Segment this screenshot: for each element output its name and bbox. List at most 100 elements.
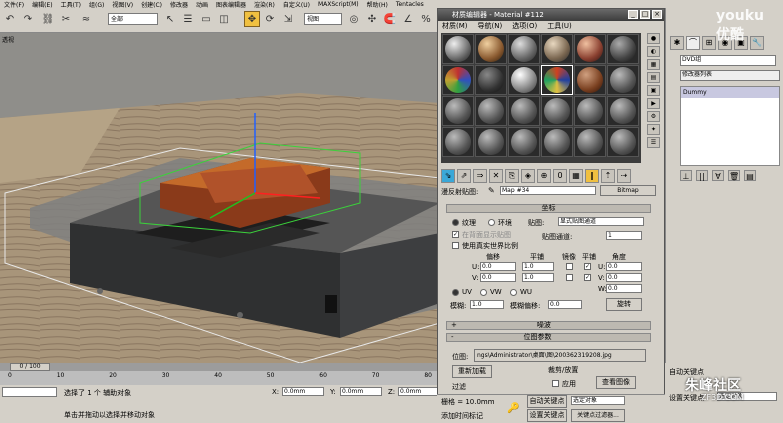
set-key-button[interactable]: 设置关键点	[527, 409, 567, 422]
show-map-icon[interactable]: ▦	[569, 169, 583, 183]
show-end-result-icon[interactable]: ‖	[585, 169, 599, 183]
select-move-icon[interactable]: ✥	[244, 11, 260, 27]
select-manipulate-icon[interactable]: ✣	[364, 11, 380, 27]
z-coord-field[interactable]: 0.0mm	[398, 387, 438, 396]
viewport-label[interactable]: 透视	[2, 35, 14, 44]
object-name-field[interactable]: DVD组	[680, 55, 776, 66]
v-tiling-field[interactable]: 1.0	[522, 273, 554, 282]
mapping-dropdown[interactable]: 显式贴图通道	[558, 217, 644, 226]
sample-slot[interactable]	[475, 127, 507, 157]
menu-modifiers[interactable]: 修改器	[170, 0, 188, 9]
menu-maxscript[interactable]: MAXScript(M)	[318, 1, 359, 8]
menu-tentacles[interactable]: Tentacles	[396, 1, 424, 8]
pin-stack-icon[interactable]: ⊥	[680, 170, 692, 181]
x-coord-field[interactable]: 0.0mm	[282, 387, 324, 396]
key-mode-dropdown[interactable]: 选定对象	[571, 396, 625, 405]
video-color-check-icon[interactable]: ▣	[647, 85, 660, 96]
perspective-viewport[interactable]: 透视	[0, 33, 440, 363]
make-copy-icon[interactable]: ⎘	[505, 169, 519, 183]
make-unique-icon[interactable]: ∀	[712, 170, 724, 181]
get-material-icon[interactable]: ⇘	[441, 169, 455, 183]
percent-snap-icon[interactable]: %	[418, 11, 434, 27]
remove-modifier-icon[interactable]: 🗑	[728, 170, 740, 181]
reference-coord-dropdown[interactable]: 视图	[304, 13, 342, 25]
menu-help[interactable]: 帮助(H)	[367, 0, 388, 9]
real-world-checkbox[interactable]	[452, 242, 459, 249]
y-coord-field[interactable]: 0.0mm	[340, 387, 382, 396]
menu-create[interactable]: 创建(C)	[141, 0, 162, 9]
map-channel-field[interactable]: 1	[606, 231, 642, 240]
put-to-scene-icon[interactable]: ⇗	[457, 169, 471, 183]
modifier-list-dropdown[interactable]: 修改器列表	[680, 70, 780, 81]
v-tile-checkbox[interactable]: ✓	[584, 274, 591, 281]
angle-snap-icon[interactable]: ∠	[400, 11, 416, 27]
select-by-name-icon[interactable]: ☰	[180, 11, 196, 27]
background-icon[interactable]: ▦	[647, 59, 660, 70]
u-tiling-field[interactable]: 1.0	[522, 262, 554, 271]
make-unique-icon[interactable]: ◈	[521, 169, 535, 183]
sample-slot[interactable]	[442, 96, 474, 126]
selection-filter-dropdown[interactable]: 全部	[108, 13, 158, 25]
auto-key-button[interactable]: 自动关键点	[527, 395, 567, 408]
key-filters-button[interactable]: 关键点过滤器...	[571, 409, 625, 422]
sample-slot[interactable]	[442, 65, 474, 95]
sample-slot[interactable]	[442, 127, 474, 157]
eyedropper-icon[interactable]: ✎	[488, 186, 495, 195]
rect-selection-icon[interactable]: ▭	[198, 11, 214, 27]
undo-icon[interactable]: ↶	[2, 11, 18, 27]
add-time-tag-label[interactable]: 添加时间标记	[441, 411, 483, 421]
show-back-checkbox[interactable]: ✓	[452, 231, 459, 238]
options-icon[interactable]: ⚙	[647, 111, 660, 122]
sample-slot[interactable]	[541, 127, 573, 157]
close-icon[interactable]: ×	[652, 10, 662, 19]
u-mirror-checkbox[interactable]	[566, 263, 573, 270]
menu-animation[interactable]: 动画	[196, 0, 208, 9]
menu-customize[interactable]: 自定义(U)	[283, 0, 310, 9]
time-slider[interactable]: 0 / 100	[0, 363, 440, 371]
menu-material[interactable]: 材质(M)	[442, 21, 468, 31]
menu-group[interactable]: 组(G)	[89, 0, 104, 9]
vw-radio[interactable]	[480, 289, 487, 296]
map-name-field[interactable]: Map #34	[500, 186, 596, 195]
u-angle-field[interactable]: 0.0	[606, 262, 642, 271]
noise-rollout-header[interactable]: + 噪波	[446, 321, 651, 330]
map-type-button[interactable]: Bitmap	[600, 185, 656, 196]
v-mirror-checkbox[interactable]	[566, 274, 573, 281]
sample-slot[interactable]	[508, 65, 540, 95]
pivot-icon[interactable]: ◎	[346, 11, 362, 27]
sample-slot[interactable]	[541, 34, 573, 64]
sample-slot[interactable]	[574, 65, 606, 95]
create-tab-icon[interactable]: ✱	[670, 36, 684, 50]
reload-button[interactable]: 重新加载	[452, 365, 492, 378]
v-offset-field[interactable]: 0.0	[480, 273, 516, 282]
menu-utilities[interactable]: 工具(U)	[547, 21, 572, 31]
sample-slot[interactable]	[607, 96, 639, 126]
menu-navigation[interactable]: 导航(N)	[478, 21, 503, 31]
material-id-icon[interactable]: 0	[553, 169, 567, 183]
u-offset-field[interactable]: 0.0	[480, 262, 516, 271]
sample-slot[interactable]	[541, 96, 573, 126]
menu-views[interactable]: 视图(V)	[112, 0, 133, 9]
put-to-library-icon[interactable]: ⊕	[537, 169, 551, 183]
backlight-icon[interactable]: ◐	[647, 46, 660, 57]
go-forward-sibling-icon[interactable]: ⇢	[617, 169, 631, 183]
window-crossing-icon[interactable]: ◫	[216, 11, 232, 27]
reset-map-icon[interactable]: ✕	[489, 169, 503, 183]
uv-tiling-icon[interactable]: ▤	[647, 72, 660, 83]
assign-to-selection-icon[interactable]: ⇒	[473, 169, 487, 183]
blur-field[interactable]: 1.0	[470, 300, 504, 309]
environ-radio[interactable]	[488, 219, 495, 226]
bitmap-params-rollout-header[interactable]: - 位图参数	[446, 333, 651, 342]
rotate-button[interactable]: 旋转	[606, 298, 642, 311]
texture-radio[interactable]	[452, 219, 459, 226]
sample-slot-active[interactable]	[541, 65, 573, 95]
menu-options[interactable]: 选项(O)	[512, 21, 537, 31]
select-by-material-icon[interactable]: ✦	[647, 124, 660, 135]
coordinates-rollout-header[interactable]: 坐标	[446, 204, 651, 213]
minimize-icon[interactable]: _	[628, 10, 638, 19]
sample-slot[interactable]	[574, 96, 606, 126]
unlink-icon[interactable]: ✂	[58, 11, 74, 27]
utilities-tab-icon[interactable]: 🔧	[750, 36, 764, 50]
key-icon[interactable]: 🔑	[507, 403, 519, 414]
sample-slot[interactable]	[475, 96, 507, 126]
